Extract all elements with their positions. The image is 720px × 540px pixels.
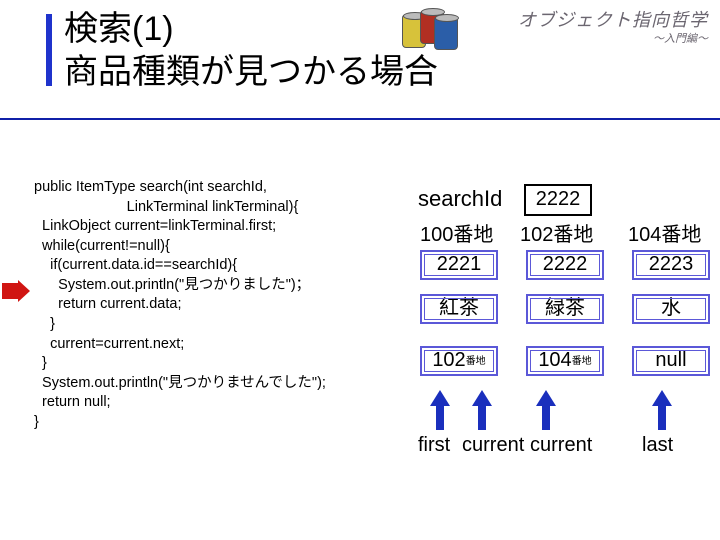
header-line1: オブジェクト指向哲学 — [518, 6, 708, 32]
header-line2: ～入門編～ — [518, 30, 708, 46]
pointer-current-1: current — [462, 434, 524, 457]
highlight-arrow-icon — [2, 280, 30, 302]
node-next-0: 102番地 — [420, 346, 498, 376]
address-100: 100番地 — [420, 218, 493, 247]
address-104: 104番地 — [628, 218, 701, 247]
title-underline — [0, 118, 720, 120]
search-id-value: 2222 — [524, 184, 592, 216]
node-name-1: 緑茶 — [526, 294, 604, 324]
node-id-1: 2222 — [526, 250, 604, 280]
up-arrow-icon — [430, 390, 450, 430]
page-title: 検索(1) 商品種類が見つかる場合 — [46, 8, 438, 93]
node-id-2: 2223 — [632, 250, 710, 280]
header-subtitle: オブジェクト指向哲学 ～入門編～ — [518, 6, 708, 46]
node-name-2: 水 — [632, 294, 710, 324]
search-id-label: searchId — [418, 186, 502, 212]
title-accent-bar — [46, 14, 52, 86]
node-id-0: 2221 — [420, 250, 498, 280]
up-arrow-icon — [652, 390, 672, 430]
node-next-1: 104番地 — [526, 346, 604, 376]
pointer-last: last — [642, 434, 673, 457]
title-line1: 検索(1) — [64, 10, 174, 48]
up-arrow-icon — [536, 390, 556, 430]
up-arrow-icon — [472, 390, 492, 430]
code-listing: public ItemType search(int searchId, Lin… — [34, 178, 326, 432]
node-next-2: null — [632, 346, 710, 376]
address-102: 102番地 — [520, 218, 593, 247]
title-line2: 商品種類が見つかる場合 — [64, 53, 438, 91]
pointer-first: first — [418, 434, 450, 457]
pointer-current-2: current — [530, 434, 592, 457]
node-name-0: 紅茶 — [420, 294, 498, 324]
